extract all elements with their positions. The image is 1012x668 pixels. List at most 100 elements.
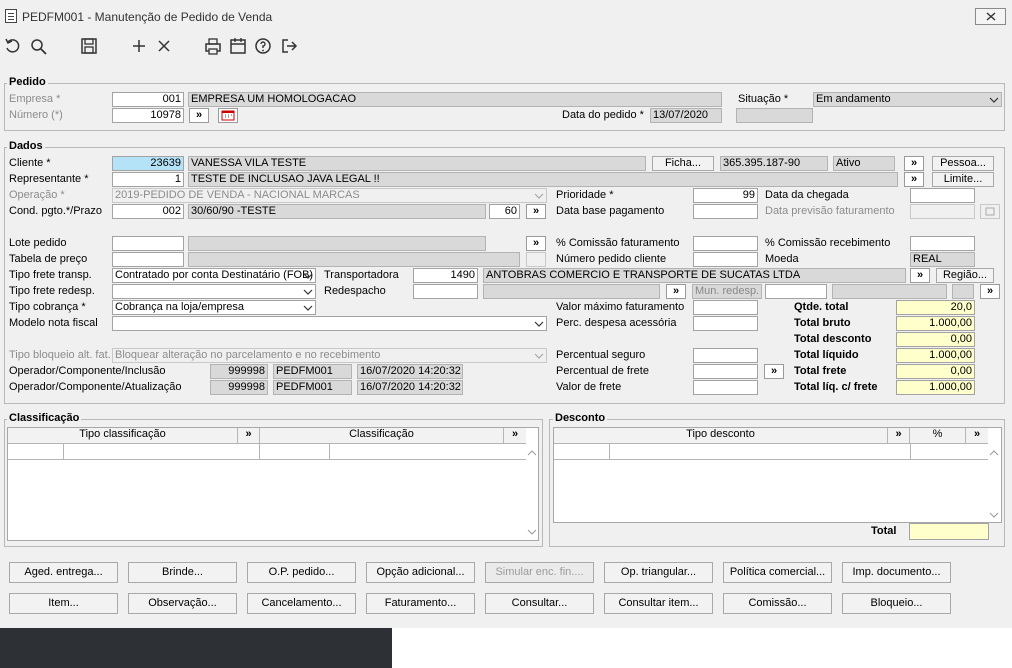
- empresa-code-field[interactable]: 001: [112, 92, 184, 107]
- chevron-up-icon: [527, 450, 537, 456]
- opcao-adicional-button[interactable]: Opção adicional...: [366, 562, 475, 583]
- chevron-down-icon: [534, 353, 544, 359]
- classificacao-more-button[interactable]: »: [504, 428, 526, 444]
- limite-button[interactable]: Limite...: [932, 172, 994, 187]
- desconto-row[interactable]: [554, 444, 988, 460]
- save-icon[interactable]: [79, 36, 99, 56]
- cobranca-select[interactable]: Cobrança na loja/empresa: [112, 300, 316, 315]
- brinde-button[interactable]: Brinde...: [128, 562, 237, 583]
- tipo-desconto-header[interactable]: Tipo desconto: [554, 428, 888, 444]
- op-atual-date-field: 16/07/2020 14:20:32: [357, 380, 463, 395]
- mun-redesp-name-field: [832, 284, 947, 299]
- observacao-button[interactable]: Observação...: [128, 593, 237, 614]
- bloqueio-button[interactable]: Bloqueio...: [842, 593, 951, 614]
- cond-code-field[interactable]: 002: [112, 204, 184, 219]
- undo-icon[interactable]: [3, 36, 23, 56]
- cliente-code-field[interactable]: 23639: [112, 156, 184, 171]
- cliente-more-button[interactable]: »: [904, 156, 924, 171]
- frete-transp-select[interactable]: Contratado por conta Destinatário (FOB): [112, 268, 316, 283]
- aged-entrega-button[interactable]: Aged. entrega...: [9, 562, 118, 583]
- mun-redesp-code-field[interactable]: [765, 284, 827, 299]
- window-title: PEDFM001 - Manutenção de Pedido de Venda: [22, 10, 273, 24]
- classificacao-scrollbar[interactable]: [526, 444, 538, 540]
- situacao-label: Situação *: [738, 93, 789, 105]
- perc-seguro-field[interactable]: [693, 348, 758, 363]
- numero-field[interactable]: 10978: [112, 108, 184, 123]
- mun-redesp-uf-field: [952, 284, 974, 299]
- faturamento-button[interactable]: Faturamento...: [366, 593, 475, 614]
- representante-code-field[interactable]: 1: [112, 172, 184, 187]
- perc-despesa-field[interactable]: [693, 316, 758, 331]
- cond-more-button[interactable]: »: [526, 204, 546, 219]
- tabela-desc-field: [188, 252, 520, 267]
- comissao-fat-field[interactable]: [693, 236, 758, 251]
- data-base-field[interactable]: [693, 204, 758, 219]
- situacao-select[interactable]: Em andamento: [813, 92, 1002, 107]
- op-pedido-button[interactable]: O.P. pedido...: [247, 562, 356, 583]
- prazo-field[interactable]: 60: [489, 204, 520, 219]
- representante-name-field: TESTE DE INCLUSAO JAVA LEGAL !!: [188, 172, 898, 187]
- transportadora-more-button[interactable]: »: [910, 268, 930, 283]
- exit-icon[interactable]: [279, 36, 299, 56]
- total-desconto-label: Total desconto: [794, 333, 872, 345]
- imp-documento-button[interactable]: Imp. documento...: [842, 562, 951, 583]
- percentual-more-button[interactable]: »: [966, 428, 988, 444]
- qtde-total-label: Qtde. total: [794, 301, 849, 313]
- numero-label: Número (*): [9, 109, 63, 121]
- classificacao-row[interactable]: [8, 444, 526, 460]
- cobranca-label: Tipo cobrança *: [9, 301, 86, 313]
- percentual-header[interactable]: %: [910, 428, 966, 444]
- valor-max-field[interactable]: [693, 300, 758, 315]
- lote-field[interactable]: [112, 236, 184, 251]
- delete-icon[interactable]: [154, 36, 174, 56]
- tipo-classificacao-header[interactable]: Tipo classificação: [8, 428, 238, 444]
- item-button[interactable]: Item...: [9, 593, 118, 614]
- mun-redesp-more-button[interactable]: »: [980, 284, 1000, 299]
- redespacho-code-field[interactable]: [413, 284, 478, 299]
- frete-redesp-select[interactable]: [112, 284, 316, 299]
- comissao-rec-field[interactable]: [910, 236, 975, 251]
- lote-more-button[interactable]: »: [526, 236, 546, 251]
- print-icon[interactable]: [203, 36, 223, 56]
- lote-label: Lote pedido: [9, 237, 67, 249]
- tipo-classificacao-more-button[interactable]: »: [238, 428, 260, 444]
- tipo-desconto-more-button[interactable]: »: [888, 428, 910, 444]
- add-icon[interactable]: [129, 36, 149, 56]
- cancelamento-button[interactable]: Cancelamento...: [247, 593, 356, 614]
- redespacho-more-button[interactable]: »: [666, 284, 686, 299]
- representante-label: Representante *: [9, 173, 89, 185]
- comissao-fat-label: % Comissão faturamento: [556, 237, 680, 249]
- transportadora-code-field[interactable]: 1490: [413, 268, 478, 283]
- data-chegada-field[interactable]: [910, 188, 975, 203]
- frete-more-button[interactable]: »: [764, 364, 784, 379]
- consultar-button[interactable]: Consultar...: [485, 593, 594, 614]
- op-triangular-button[interactable]: Op. triangular...: [604, 562, 713, 583]
- op-atual-code-field: 999998: [210, 380, 268, 395]
- close-button[interactable]: [975, 8, 1006, 25]
- valor-frete-field[interactable]: [693, 380, 758, 395]
- calendar-picker-button[interactable]: [218, 108, 238, 123]
- perc-frete-field[interactable]: [693, 364, 758, 379]
- help-icon[interactable]: [253, 36, 273, 56]
- search-icon[interactable]: [29, 36, 49, 56]
- modelo-nf-select[interactable]: [112, 316, 547, 331]
- politica-comercial-button[interactable]: Política comercial...: [723, 562, 832, 583]
- consultar-item-button[interactable]: Consultar item...: [604, 593, 713, 614]
- calendar-icon[interactable]: [228, 36, 248, 56]
- operacao-label: Operação *: [9, 189, 65, 201]
- numero-more-button[interactable]: »: [189, 108, 209, 123]
- chevron-down-icon: [303, 273, 313, 279]
- classificacao-header[interactable]: Classificação: [260, 428, 504, 444]
- regiao-button[interactable]: Região...: [936, 268, 994, 283]
- desconto-scrollbar[interactable]: [988, 444, 1000, 522]
- comissao-button[interactable]: Comissão...: [723, 593, 832, 614]
- prioridade-field[interactable]: 99: [693, 188, 758, 203]
- pessoa-button[interactable]: Pessoa...: [932, 156, 994, 171]
- representante-more-button[interactable]: »: [904, 172, 924, 187]
- tabela-field[interactable]: [112, 252, 184, 267]
- ficha-button[interactable]: Ficha...: [652, 156, 714, 171]
- num-pedido-cliente-field[interactable]: [693, 252, 758, 267]
- cond-pgto-label: Cond. pgto.*/Prazo: [9, 205, 102, 217]
- transportadora-name-field: ANTOBRAS COMERCIO E TRANSPORTE DE SUCATA…: [483, 268, 906, 283]
- moeda-field: REAL: [910, 252, 975, 267]
